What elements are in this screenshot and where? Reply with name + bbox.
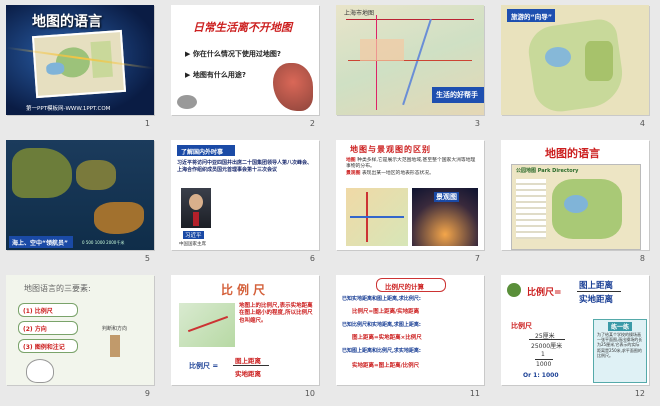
caption: 海上、空中“领航员” — [12, 240, 68, 247]
scarecrow-icon — [110, 335, 120, 357]
slide-number: 3 — [474, 119, 480, 128]
caption-box: 海上、空中“领航员” — [9, 236, 73, 248]
thumbnail-5[interactable]: 海上、空中“领航员” 0 500 1000 2000千米 5 — [2, 137, 154, 263]
slide-number: 7 — [474, 254, 480, 263]
value-2: 25000厘米 — [531, 343, 563, 350]
thumbnail-2[interactable]: 日常生活离不开地图 ▶ 你在什么情况下使用过地图? ▶ 地图有什么用途? 2 — [167, 2, 319, 128]
description: 地图 种类多样,它是展示大范围地域,甚至整个国家大洲等地理事物的分布。 景观图 表… — [346, 158, 476, 176]
slide-4: 旅游的“向导” — [501, 5, 649, 115]
map-title: 上海市地图 — [344, 10, 375, 17]
side-note: 判断和方向 — [102, 326, 128, 332]
slide-title: 比例尺的计算 — [385, 283, 424, 291]
item-1: (1) 比例尺 — [18, 303, 78, 317]
night-scene-photo: 景观图 — [412, 188, 478, 246]
definition-text: 地图上的比例尺,表示实地距离在图上缩小的程度,所以比例尺也叫缩尺。 — [239, 303, 313, 324]
slide-number: 9 — [144, 389, 150, 398]
slide-6: 了解国内外时事 习近平将访问中亚四国并出席二十国集团领导人第八次峰会、上海合作组… — [171, 140, 319, 250]
koi-fish-image — [273, 63, 313, 111]
label: 旅游的“向导” — [511, 13, 553, 21]
question-1: ▶ 你在什么情况下使用过地图? — [185, 50, 281, 58]
title-box: 比例尺的计算 — [376, 278, 446, 292]
thumbnail-12[interactable]: 比例尺= 图上距离 实地距离 比例尺 25厘米 25000厘米 1 1000 O… — [497, 272, 649, 398]
tag: 了解国内外时事 — [181, 149, 224, 156]
slide-7: 地图与景观图的区别 地图 种类多样,它是展示大范围地域,甚至整个国家大洲等地理事… — [336, 140, 484, 250]
slide-number: 5 — [144, 254, 150, 263]
ratio: Or 1: 1000 — [523, 372, 559, 379]
park-directory-map: 公园地图 Park Directory — [511, 164, 641, 250]
thumbnail-1[interactable]: 地图的语言 第一PPT模板网-WWW.1PPT.COM 1 — [2, 2, 154, 128]
caption: 生活的好帮手 — [436, 91, 478, 99]
question-2: ▶ 地图有什么用途? — [185, 71, 246, 79]
slide-3: 上海市地图 生活的好帮手 — [336, 5, 484, 115]
thumbnail-10[interactable]: 比例尺 地图上的比例尺,表示实地距离在图上缩小的程度,所以比例尺也叫缩尺。 比例… — [167, 272, 319, 398]
thumbnail-8[interactable]: 地图的语言 公园地图 Park Directory 8 — [497, 137, 649, 263]
slide-number: 6 — [309, 254, 315, 263]
map-legend-title: 公园地图 Park Directory — [516, 168, 579, 174]
formula-label: 比例尺 = — [189, 362, 219, 370]
caption-box: 生活的好帮手 — [432, 87, 484, 103]
scale-text: 0 500 1000 2000千米 — [82, 240, 125, 245]
slide-1: 地图的语言 第一PPT模板网-WWW.1PPT.COM — [6, 5, 154, 115]
slide-5: 海上、空中“领航员” 0 500 1000 2000千米 — [6, 140, 154, 250]
thumbnail-9[interactable]: 地图语言的三要素: (1) 比例尺 (2) 方向 (3) 图例和注记 判断和方向… — [2, 272, 154, 398]
slide-title: 地图的语言 — [32, 14, 102, 30]
slide-number: 1 — [144, 119, 150, 128]
portrait-image — [181, 188, 211, 228]
news-text: 习近平将访问中亚四国并出席二十国集团领导人第八次峰会、上海合作组织成员国元首理事… — [177, 160, 313, 173]
slide-number: 4 — [639, 119, 645, 128]
person-name: 习近平 — [183, 231, 204, 239]
tree-icon — [507, 283, 521, 297]
thumbnail-11[interactable]: 比例尺的计算 已知实地距离和图上距离,求比例尺: 比例尺=图上距离/实地距离 已… — [332, 272, 484, 398]
tag-box: 了解国内外时事 — [177, 145, 235, 156]
slide-title: 地图与景观图的区别 — [350, 145, 431, 154]
slide-2: 日常生活离不开地图 ▶ 你在什么情况下使用过地图? ▶ 地图有什么用途? — [171, 5, 319, 115]
person-role: 中国国家主席 — [179, 242, 206, 247]
slide-title: 日常生活离不开地图 — [193, 21, 292, 34]
item-2: (2) 方向 — [18, 321, 78, 335]
calc-line-4: 图上距离=实地距离×比例尺 — [352, 335, 422, 341]
calc-line-5: 已知图上距离和比例尺,求实地距离: — [342, 348, 421, 354]
slide-title: 地图的语言 — [545, 147, 600, 160]
calc-line-2: 比例尺=图上距离/实地距离 — [352, 309, 420, 315]
thumbnail-6[interactable]: 了解国内外时事 习近平将访问中亚四国并出席二十国集团领导人第八次峰会、上海合作组… — [167, 137, 319, 263]
sub-label: 比例尺 — [511, 322, 532, 330]
practice-box: 练一练 为了给某个学校的操场画一张平面图,画出操场的长为25厘米,它表示的实际距… — [593, 319, 647, 383]
value-3: 1 — [541, 351, 545, 358]
slide-10: 比例尺 地图上的比例尺,表示实地距离在图上缩小的程度,所以比例尺也叫缩尺。 比例… — [171, 275, 319, 385]
formula-numerator: 图上距离 — [579, 281, 614, 291]
rabbit-icon — [26, 359, 54, 383]
slide-number: 2 — [309, 119, 315, 128]
item-3: (3) 图例和注记 — [18, 339, 78, 353]
formula-denominator: 实地距离 — [579, 295, 614, 305]
slide-9: 地图语言的三要素: (1) 比例尺 (2) 方向 (3) 图例和注记 判断和方向 — [6, 275, 154, 385]
park-map-image — [31, 29, 127, 99]
label-box: 旅游的“向导” — [507, 9, 555, 22]
slide-number: 12 — [634, 389, 645, 398]
thumbnail-4[interactable]: 旅游的“向导” 4 — [497, 2, 649, 128]
australia-shape — [94, 202, 144, 234]
slide-title: 地图语言的三要素: — [24, 284, 91, 293]
photo-label: 景观图 — [434, 192, 459, 202]
calc-line-3: 已知比例尺和实地距离,求图上距离: — [342, 322, 421, 328]
map-image — [179, 303, 235, 347]
value-4: 1000 — [536, 361, 552, 368]
practice-title: 练一练 — [608, 322, 633, 331]
slide-title: 比例尺 — [221, 283, 270, 297]
calc-line-1: 已知实地距离和图上距离,求比例尺: — [342, 296, 421, 302]
site-label: 第一PPT模板网-WWW.1PPT.COM — [26, 106, 111, 112]
formula-denominator: 实地距离 — [235, 370, 261, 378]
slide-12: 比例尺= 图上距离 实地距离 比例尺 25厘米 25000厘米 1 1000 O… — [501, 275, 649, 385]
calc-line-6: 实地距离=图上距离/比例尺 — [352, 363, 420, 369]
formula-numerator: 图上距离 — [235, 357, 261, 365]
thumbnail-3[interactable]: 上海市地图 生活的好帮手 3 — [332, 2, 484, 128]
slide-8: 地图的语言 公园地图 Park Directory — [501, 140, 649, 250]
thumbnail-7[interactable]: 地图与景观图的区别 地图 种类多样,它是展示大范围地域,甚至整个国家大洲等地理事… — [332, 137, 484, 263]
slide-11: 比例尺的计算 已知实地距离和图上距离,求比例尺: 比例尺=图上距离/实地距离 已… — [336, 275, 484, 385]
slide-number: 8 — [639, 254, 645, 263]
formula-label: 比例尺= — [527, 288, 562, 298]
practice-text: 为了给某个学校的操场画一张平面图,画出操场的长为25厘米,它表示的实际距离是25… — [597, 332, 643, 358]
slide-number: 11 — [469, 389, 480, 398]
city-map-image — [346, 188, 408, 246]
slide-number: 10 — [304, 389, 315, 398]
